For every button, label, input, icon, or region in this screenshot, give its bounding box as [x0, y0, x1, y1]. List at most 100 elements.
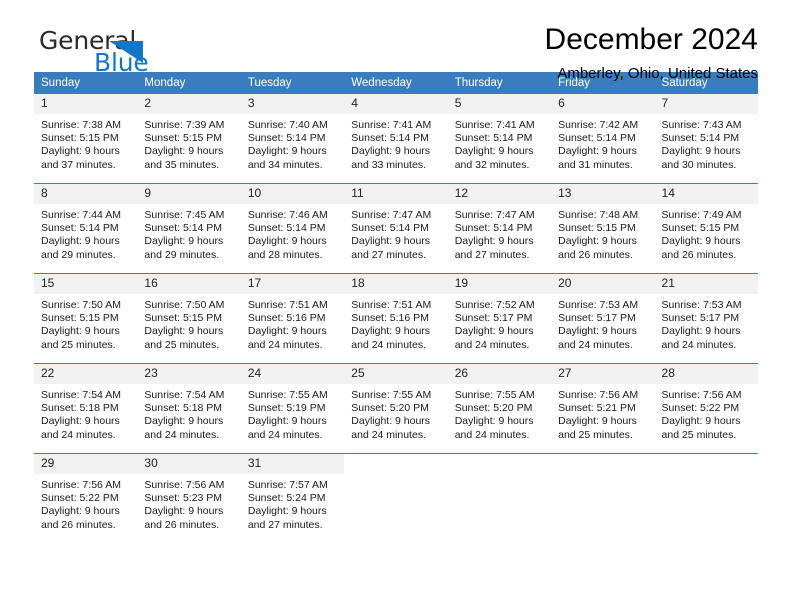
day-cell[interactable]: 10 Sunrise: 7:46 AM Sunset: 5:14 PM Dayl…: [240, 183, 345, 274]
day-cell[interactable]: 2 Sunrise: 7:39 AM Sunset: 5:15 PM Dayli…: [137, 94, 241, 184]
sunset-text: Sunset: 5:14 PM: [247, 132, 326, 145]
sunrise-text: Sunrise: 7:52 AM: [454, 299, 535, 311]
weekday-header-tuesday: Tuesday: [240, 72, 345, 94]
day-cell[interactable]: 24 Sunrise: 7:55 AM Sunset: 5:19 PM Dayl…: [240, 363, 345, 454]
sunrise-text: Sunrise: 7:41 AM: [454, 119, 535, 131]
day-cell[interactable]: 15 Sunrise: 7:50 AM Sunset: 5:15 PM Dayl…: [34, 273, 138, 364]
day-cell[interactable]: 3 Sunrise: 7:40 AM Sunset: 5:14 PM Dayli…: [240, 94, 345, 184]
daylight-text-line1: Daylight: 9 hours: [351, 415, 431, 428]
day-cell[interactable]: 17 Sunrise: 7:51 AM Sunset: 5:16 PM Dayl…: [240, 273, 345, 364]
day-cell-empty: [551, 453, 655, 543]
day-number: 4: [344, 94, 448, 114]
sunset-text: Sunset: 5:15 PM: [144, 132, 223, 145]
day-cell[interactable]: 9 Sunrise: 7:45 AM Sunset: 5:14 PM Dayli…: [137, 183, 241, 274]
day-cell[interactable]: 18 Sunrise: 7:51 AM Sunset: 5:16 PM Dayl…: [344, 273, 448, 364]
daylight-text-line1: Daylight: 9 hours: [247, 415, 327, 428]
day-number: 20: [551, 274, 655, 294]
day-cell[interactable]: 19 Sunrise: 7:52 AM Sunset: 5:17 PM Dayl…: [447, 273, 552, 364]
sunset-text: Sunset: 5:18 PM: [144, 402, 223, 415]
day-cell[interactable]: 22 Sunrise: 7:54 AM Sunset: 5:18 PM Dayl…: [34, 363, 138, 454]
day-cell[interactable]: 6 Sunrise: 7:42 AM Sunset: 5:14 PM Dayli…: [551, 94, 655, 184]
day-details: Sunrise: 7:50 AM Sunset: 5:15 PM Dayligh…: [137, 294, 240, 352]
daylight-text-line2: and 24 minutes.: [144, 428, 220, 441]
sunrise-text: Sunrise: 7:53 AM: [661, 299, 742, 311]
day-number: 12: [447, 184, 552, 204]
day-number: 28: [654, 364, 758, 384]
day-details: Sunrise: 7:47 AM Sunset: 5:14 PM Dayligh…: [448, 204, 551, 262]
daylight-text-line1: Daylight: 9 hours: [144, 235, 224, 248]
day-number: 18: [344, 274, 448, 294]
day-cell[interactable]: 30 Sunrise: 7:56 AM Sunset: 5:23 PM Dayl…: [137, 453, 241, 543]
daylight-text-line1: Daylight: 9 hours: [351, 325, 431, 338]
day-number: 19: [447, 274, 552, 294]
day-details: Sunrise: 7:56 AM Sunset: 5:22 PM Dayligh…: [655, 384, 758, 442]
day-cell[interactable]: 25 Sunrise: 7:55 AM Sunset: 5:20 PM Dayl…: [344, 363, 448, 454]
daylight-text-line2: and 29 minutes.: [41, 248, 116, 261]
calendar-week-row: 15 Sunrise: 7:50 AM Sunset: 5:15 PM Dayl…: [34, 273, 758, 364]
daylight-text-line1: Daylight: 9 hours: [41, 235, 120, 248]
daylight-text-line2: and 33 minutes.: [351, 158, 426, 171]
daylight-text-line2: and 29 minutes.: [144, 248, 220, 261]
sunrise-text: Sunrise: 7:50 AM: [144, 299, 225, 311]
sunset-text: Sunset: 5:16 PM: [247, 312, 326, 325]
sunrise-text: Sunrise: 7:42 AM: [558, 119, 639, 131]
day-number: 24: [240, 364, 345, 384]
day-details: Sunrise: 7:47 AM Sunset: 5:14 PM Dayligh…: [344, 204, 447, 262]
day-cell[interactable]: 14 Sunrise: 7:49 AM Sunset: 5:15 PM Dayl…: [654, 183, 758, 274]
daylight-text-line1: Daylight: 9 hours: [144, 325, 224, 338]
day-cell[interactable]: 13 Sunrise: 7:48 AM Sunset: 5:15 PM Dayl…: [551, 183, 655, 274]
day-cell[interactable]: 21 Sunrise: 7:53 AM Sunset: 5:17 PM Dayl…: [654, 273, 758, 364]
daylight-text-line1: Daylight: 9 hours: [144, 145, 224, 158]
daylight-text-line1: Daylight: 9 hours: [41, 415, 120, 428]
weekday-header-wednesday: Wednesday: [344, 72, 448, 94]
day-cell[interactable]: 7 Sunrise: 7:43 AM Sunset: 5:14 PM Dayli…: [654, 94, 758, 184]
day-cell[interactable]: 27 Sunrise: 7:56 AM Sunset: 5:21 PM Dayl…: [551, 363, 655, 454]
daylight-text-line2: and 24 minutes.: [454, 428, 530, 441]
day-cell[interactable]: 4 Sunrise: 7:41 AM Sunset: 5:14 PM Dayli…: [344, 94, 448, 184]
day-cell[interactable]: 1 Sunrise: 7:38 AM Sunset: 5:15 PM Dayli…: [34, 94, 138, 184]
sunrise-text: Sunrise: 7:53 AM: [558, 299, 639, 311]
sunset-text: Sunset: 5:17 PM: [661, 312, 740, 325]
sunset-text: Sunset: 5:22 PM: [41, 492, 119, 505]
sunset-text: Sunset: 5:17 PM: [454, 312, 533, 325]
sunrise-text: Sunrise: 7:39 AM: [144, 119, 225, 131]
day-details: Sunrise: 7:40 AM Sunset: 5:14 PM Dayligh…: [241, 114, 344, 172]
day-cell[interactable]: 5 Sunrise: 7:41 AM Sunset: 5:14 PM Dayli…: [447, 94, 552, 184]
day-details: Sunrise: 7:56 AM Sunset: 5:22 PM Dayligh…: [34, 474, 137, 532]
calendar-week-row: 29 Sunrise: 7:56 AM Sunset: 5:22 PM Dayl…: [34, 453, 758, 543]
day-cell[interactable]: 8 Sunrise: 7:44 AM Sunset: 5:14 PM Dayli…: [34, 183, 138, 274]
day-number: 31: [240, 454, 345, 474]
day-cell[interactable]: 16 Sunrise: 7:50 AM Sunset: 5:15 PM Dayl…: [137, 273, 241, 364]
daylight-text-line2: and 24 minutes.: [351, 428, 426, 441]
daylight-text-line1: Daylight: 9 hours: [247, 145, 327, 158]
sunset-text: Sunset: 5:15 PM: [144, 312, 223, 325]
day-cell[interactable]: 26 Sunrise: 7:55 AM Sunset: 5:20 PM Dayl…: [447, 363, 552, 454]
sunset-text: Sunset: 5:15 PM: [558, 222, 636, 235]
day-cell[interactable]: 12 Sunrise: 7:47 AM Sunset: 5:14 PM Dayl…: [447, 183, 552, 274]
daylight-text-line2: and 25 minutes.: [144, 338, 220, 351]
daylight-text-line2: and 27 minutes.: [454, 248, 530, 261]
day-cell[interactable]: 11 Sunrise: 7:47 AM Sunset: 5:14 PM Dayl…: [344, 183, 448, 274]
day-cell-empty: [447, 453, 552, 543]
day-number: [344, 454, 448, 474]
day-number: 14: [654, 184, 758, 204]
sunset-text: Sunset: 5:23 PM: [144, 492, 223, 505]
daylight-text-line1: Daylight: 9 hours: [247, 325, 327, 338]
day-cell[interactable]: 31 Sunrise: 7:57 AM Sunset: 5:24 PM Dayl…: [240, 453, 345, 543]
daylight-text-line2: and 25 minutes.: [41, 338, 116, 351]
day-number: 25: [344, 364, 448, 384]
day-cell[interactable]: 29 Sunrise: 7:56 AM Sunset: 5:22 PM Dayl…: [34, 453, 138, 543]
sunrise-text: Sunrise: 7:56 AM: [41, 479, 121, 491]
day-number: 26: [447, 364, 552, 384]
day-cell[interactable]: 28 Sunrise: 7:56 AM Sunset: 5:22 PM Dayl…: [654, 363, 758, 454]
day-details: Sunrise: 7:56 AM Sunset: 5:21 PM Dayligh…: [551, 384, 654, 442]
daylight-text-line1: Daylight: 9 hours: [454, 145, 534, 158]
day-cell[interactable]: 20 Sunrise: 7:53 AM Sunset: 5:17 PM Dayl…: [551, 273, 655, 364]
day-cell-empty: [344, 453, 448, 543]
daylight-text-line2: and 24 minutes.: [454, 338, 530, 351]
general-blue-logo[interactable]: General Blue: [39, 26, 239, 78]
daylight-text-line1: Daylight: 9 hours: [41, 325, 120, 338]
daylight-text-line2: and 37 minutes.: [41, 158, 116, 171]
daylight-text-line1: Daylight: 9 hours: [351, 235, 431, 248]
day-cell[interactable]: 23 Sunrise: 7:54 AM Sunset: 5:18 PM Dayl…: [137, 363, 241, 454]
